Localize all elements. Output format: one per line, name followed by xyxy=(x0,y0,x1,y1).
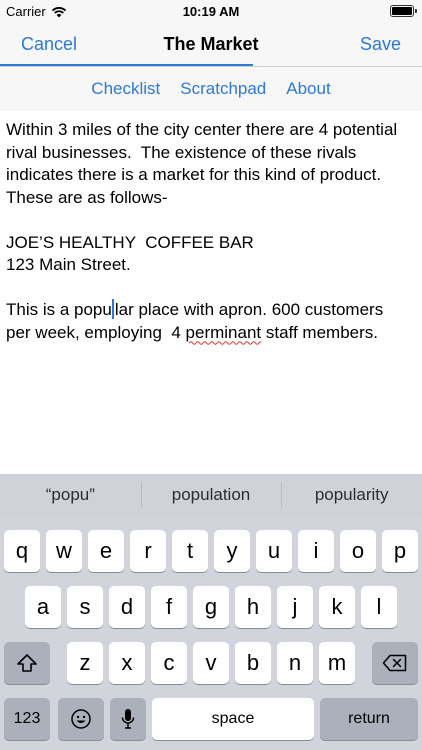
save-button[interactable]: Save xyxy=(360,34,401,55)
tab-about[interactable]: About xyxy=(286,79,330,99)
cancel-button[interactable]: Cancel xyxy=(21,34,77,55)
microphone-icon xyxy=(121,709,135,729)
key-y[interactable]: y xyxy=(214,530,250,572)
key-l[interactable]: l xyxy=(361,586,397,628)
key-g[interactable]: g xyxy=(193,586,229,628)
numbers-key[interactable]: 123 xyxy=(4,698,50,740)
key-m[interactable]: m xyxy=(319,642,355,684)
suggestion-typed[interactable]: “popu” xyxy=(0,474,141,516)
microphone-key[interactable] xyxy=(110,698,146,740)
key-s[interactable]: s xyxy=(67,586,103,628)
text-line-with-cursor: This is a popu lar place with apron. 600 … xyxy=(6,299,416,322)
shift-key[interactable] xyxy=(4,642,50,684)
predictive-bar: “popu” population popularity xyxy=(0,474,422,516)
key-k[interactable]: k xyxy=(319,586,355,628)
misspelled-word[interactable]: perminant xyxy=(186,323,262,342)
space-key[interactable]: space xyxy=(152,698,314,740)
tab-scratchpad[interactable]: Scratchpad xyxy=(180,79,266,99)
emoji-key[interactable] xyxy=(58,698,104,740)
suggestion-population[interactable]: population xyxy=(140,474,282,516)
key-j[interactable]: j xyxy=(277,586,313,628)
suggestion-popularity[interactable]: popularity xyxy=(281,474,422,516)
text-line: These are as follows- xyxy=(6,187,168,207)
delete-icon xyxy=(382,654,407,672)
text-line: Within 3 miles of the city center there … xyxy=(6,120,398,139)
battery-icon xyxy=(390,5,417,17)
key-q[interactable]: q xyxy=(4,530,40,572)
text-before-cursor: This is a popu xyxy=(6,300,112,319)
navigation-bar: Cancel The Market Save xyxy=(0,22,422,66)
shift-icon xyxy=(17,654,37,672)
key-a[interactable]: a xyxy=(25,586,61,628)
key-v[interactable]: v xyxy=(193,642,229,684)
text-editor[interactable]: Within 3 miles of the city center there … xyxy=(6,119,416,344)
text-line: indicates there is a market for this kin… xyxy=(6,165,382,184)
text-segment: staff members. xyxy=(261,322,378,342)
key-p[interactable]: p xyxy=(382,530,418,572)
key-e[interactable]: e xyxy=(88,530,124,572)
return-key[interactable]: return xyxy=(320,698,418,740)
key-d[interactable]: d xyxy=(109,586,145,628)
tab-bar: Checklist Scratchpad About xyxy=(0,67,422,111)
emoji-icon xyxy=(71,709,91,729)
text-segment: per week, employing 4 xyxy=(6,322,186,342)
key-n[interactable]: n xyxy=(277,642,313,684)
key-f[interactable]: f xyxy=(151,586,187,628)
text-after-cursor: lar place with apron. 600 customers xyxy=(114,300,384,319)
text-line: JOE’S HEALTHY COFFEE BAR xyxy=(6,232,254,252)
key-z[interactable]: z xyxy=(67,642,103,684)
key-w[interactable]: w xyxy=(46,530,82,572)
status-time: 10:19 AM xyxy=(182,4,240,19)
key-x[interactable]: x xyxy=(109,642,145,684)
key-b[interactable]: b xyxy=(235,642,271,684)
key-h[interactable]: h xyxy=(235,586,271,628)
text-line: 123 Main Street. xyxy=(6,255,131,274)
key-t[interactable]: t xyxy=(172,530,208,572)
key-u[interactable]: u xyxy=(256,530,292,572)
key-o[interactable]: o xyxy=(340,530,376,572)
key-i[interactable]: i xyxy=(298,530,334,572)
delete-key[interactable] xyxy=(372,642,418,684)
text-line xyxy=(6,209,416,232)
tab-checklist[interactable]: Checklist xyxy=(91,79,160,99)
text-line: per week, employing 4 perminant staff me… xyxy=(6,322,416,345)
text-line xyxy=(6,277,416,300)
key-r[interactable]: r xyxy=(130,530,166,572)
key-c[interactable]: c xyxy=(151,642,187,684)
text-line: rival businesses. The existence of these… xyxy=(6,142,357,162)
keyboard: “popu” population popularity q w e r t y… xyxy=(0,474,422,750)
status-bar: Carrier 10:19 AM xyxy=(0,0,422,22)
